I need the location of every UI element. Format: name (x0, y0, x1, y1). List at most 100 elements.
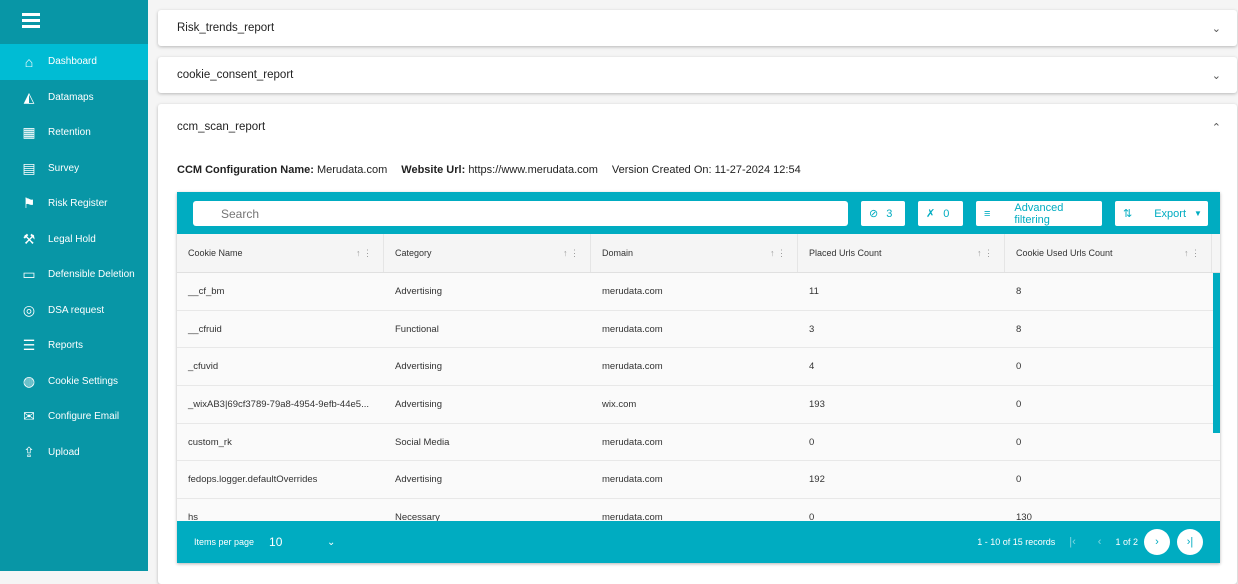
upload-icon: ⇪ (23, 443, 35, 460)
sidebar-item-label: Upload (48, 446, 80, 458)
column-menu-icon[interactable]: ⋮ (570, 248, 579, 258)
column-title: Placed Urls Count (809, 248, 882, 258)
sidebar-item-defensible-deletion[interactable]: ▭ Defensible Deletion (0, 257, 148, 293)
chevron-down-icon[interactable]: ⌄ (1212, 69, 1221, 82)
sidebar-item-cookie-settings[interactable]: ◍ Cookie Settings (0, 364, 148, 400)
chevron-down-icon[interactable]: ⌄ (1212, 22, 1221, 35)
sidebar-item-label: DSA request (48, 304, 105, 316)
table-cell: _wixAB3|69cf3789-79a8-4954-9efb-44e5... (188, 398, 369, 410)
column-title: Cookie Name (188, 248, 243, 258)
table-cell: merudata.com (602, 361, 663, 373)
table-cell: merudata.com (602, 285, 663, 297)
table-cell: 192 (809, 474, 825, 486)
table-row[interactable]: __cf_bm Advertising merudata.com 11 8 (177, 273, 1220, 311)
table-row[interactable]: _wixAB3|69cf3789-79a8-4954-9efb-44e5... A… (177, 386, 1220, 424)
table-cell: fedops.logger.defaultOverrides (188, 474, 318, 486)
sidebar-item-label: Datamaps (48, 91, 94, 103)
prev-page-icon[interactable]: ‹ (1098, 536, 1102, 548)
sidebar-item-label: Cookie Settings (48, 375, 119, 387)
sort-arrow-icon[interactable]: ↑ (563, 248, 568, 258)
sidebar-item-label: Defensible Deletion (48, 269, 135, 281)
first-page-icon[interactable]: |‹ (1069, 536, 1076, 548)
sidebar-item-label: Legal Hold (48, 233, 96, 245)
table-cell: 0 (1016, 398, 1022, 410)
home-icon: ⌂ (24, 53, 34, 70)
sidebar-item-label: Risk Register (48, 198, 108, 210)
export-button[interactable]: ⇅ Export ▼ (1115, 201, 1208, 226)
sidebar-item-reports[interactable]: ☰ Reports (0, 328, 148, 364)
vertical-scrollbar[interactable] (1213, 273, 1220, 433)
last-page-button[interactable]: ›| (1177, 529, 1203, 555)
items-per-page-label: Items per page (194, 537, 255, 547)
table-cell: 8 (1016, 323, 1022, 335)
column-menu-icon[interactable]: ⋮ (1191, 248, 1200, 258)
sidebar-item-risk-register[interactable]: ⚑ Risk Register (0, 186, 148, 222)
table-cell: Social Media (395, 436, 450, 448)
url-value: https://www.merudata.com (468, 164, 598, 176)
column-header[interactable]: Cookie Used Urls Count ↑ ⋮ (1005, 234, 1212, 272)
main-content: Risk_trends_report ⌄ cookie_consent_repo… (158, 0, 1238, 584)
sort-arrow-icon[interactable]: ↑ (1184, 248, 1189, 258)
column-menu-icon[interactable]: ⋮ (984, 248, 993, 258)
list-icon: ☰ (22, 337, 36, 354)
url-label: Website Url: (401, 164, 466, 176)
panel-risk-trends[interactable]: Risk_trends_report ⌄ (158, 10, 1237, 46)
column-header[interactable]: Cookie Name ↑ ⋮ (177, 234, 384, 272)
panel-title: Risk_trends_report (177, 22, 275, 34)
column-menu-icon[interactable]: ⋮ (363, 248, 372, 258)
table-cell: 0 (1016, 361, 1022, 373)
table-cell: __cf_bm (188, 285, 225, 297)
items-per-page-select[interactable]: 10 (269, 535, 327, 549)
table-row[interactable]: _cfuvid Advertising merudata.com 4 0 (177, 348, 1220, 387)
column-header[interactable]: Category ↑ ⋮ (384, 234, 591, 272)
panel-cookie-consent[interactable]: cookie_consent_report ⌄ (158, 57, 1237, 93)
sidebar-item-label: Configure Email (48, 411, 120, 423)
table-cell: 4 (809, 361, 815, 373)
advanced-filtering-button[interactable]: ≡ Advanced filtering (976, 201, 1102, 226)
table-toolbar: ⊘3 ✗0 ≡Advanced filtering ⇅Export▼ (177, 192, 1220, 234)
filter-icon: ≡ (984, 207, 991, 220)
table-cell: Advertising (395, 474, 442, 486)
sidebar-item-retention[interactable]: ▦ Retention (0, 115, 148, 151)
column-title: Cookie Used Urls Count (1016, 248, 1113, 258)
sort-arrows-icon: ⇅ (1123, 208, 1133, 220)
sidebar-item-label: Dashboard (48, 56, 97, 68)
pinned-columns-button[interactable]: ✗ 0 (918, 201, 963, 226)
sort-arrow-icon[interactable]: ↑ (977, 248, 982, 258)
sidebar-item-label: Retention (48, 127, 91, 139)
search-input[interactable] (193, 201, 848, 226)
sidebar-item-survey[interactable]: ▤ Survey (0, 151, 148, 187)
export-label: Export (1154, 207, 1187, 220)
column-title: Category (395, 248, 432, 258)
hard-drive-icon: ▭ (22, 266, 36, 283)
column-menu-icon[interactable]: ⋮ (777, 248, 786, 258)
sidebar-item-datamaps[interactable]: ◭ Datamaps (0, 80, 148, 116)
table-cell: custom_rk (188, 436, 232, 448)
cookie-icon: ◍ (22, 372, 36, 389)
building-icon: ▦ (22, 124, 36, 141)
sort-arrow-icon[interactable]: ↑ (770, 248, 775, 258)
next-page-button[interactable]: › (1144, 529, 1170, 555)
chevron-up-icon[interactable]: ⌃ (1212, 121, 1221, 134)
hidden-columns-button[interactable]: ⊘ 3 (861, 201, 905, 226)
hamburger-menu-icon[interactable] (22, 13, 40, 29)
column-header[interactable]: Placed Urls Count ↑ ⋮ (798, 234, 1005, 272)
sidebar-item-upload[interactable]: ⇪ Upload (0, 435, 148, 471)
column-title: Domain (602, 248, 634, 258)
sidebar-item-legal-hold[interactable]: ⚒ Legal Hold (0, 222, 148, 258)
sidebar-item-dashboard[interactable]: ⌂ Dashboard (0, 44, 148, 80)
pin-off-icon: ✗ (926, 208, 936, 220)
lifebuoy-icon: ◎ (22, 301, 36, 318)
sidebar-item-dsa-request[interactable]: ◎ DSA request (0, 293, 148, 329)
sidebar-item-configure-email[interactable]: ✉ Configure Email (0, 399, 148, 435)
column-header[interactable]: Domain ↑ ⋮ (591, 234, 798, 272)
table-cell: merudata.com (602, 436, 663, 448)
table-cell: Functional (395, 323, 439, 335)
table-row[interactable]: fedops.logger.defaultOverrides Advertisin… (177, 461, 1220, 500)
document-icon: ▤ (22, 159, 36, 176)
table-row[interactable]: __cfruid Functional merudata.com 3 8 (177, 310, 1220, 349)
sort-arrow-icon[interactable]: ↑ (356, 248, 361, 258)
table-row[interactable]: custom_rk Social Media merudata.com 0 0 (177, 423, 1220, 462)
pinned-count: 0 (943, 207, 950, 220)
chevron-down-icon[interactable]: ⌄ (327, 537, 335, 548)
